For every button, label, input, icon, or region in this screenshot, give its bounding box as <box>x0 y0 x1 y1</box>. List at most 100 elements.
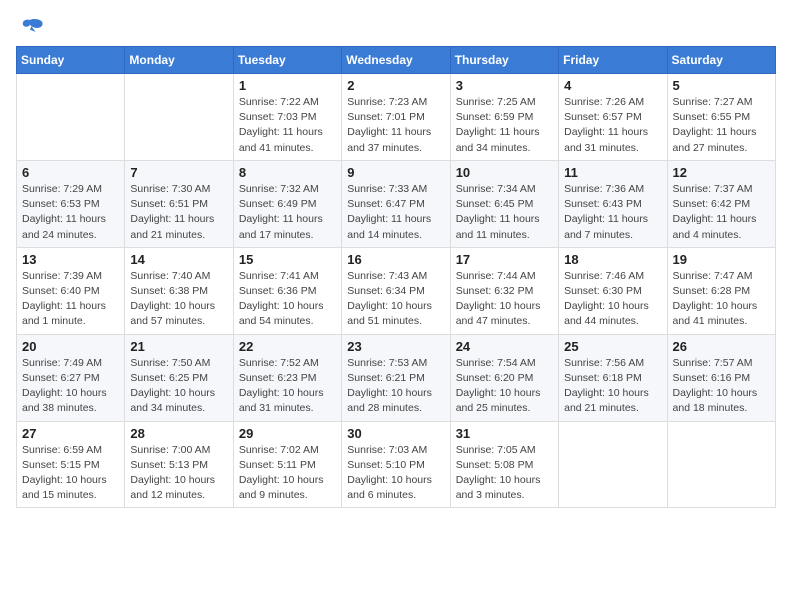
calendar-cell: 10 Sunrise: 7:34 AM Sunset: 6:45 PM Dayli… <box>450 160 558 247</box>
calendar-week-row: 13 Sunrise: 7:39 AM Sunset: 6:40 PM Dayli… <box>17 247 776 334</box>
day-info: Sunrise: 7:41 AM Sunset: 6:36 PM Dayligh… <box>239 269 336 330</box>
day-info: Sunrise: 7:39 AM Sunset: 6:40 PM Dayligh… <box>22 269 119 330</box>
calendar-week-row: 1 Sunrise: 7:22 AM Sunset: 7:03 PM Daylig… <box>17 74 776 161</box>
day-number: 11 <box>564 165 661 180</box>
day-number: 9 <box>347 165 444 180</box>
day-number: 4 <box>564 78 661 93</box>
day-info: Sunrise: 7:46 AM Sunset: 6:30 PM Dayligh… <box>564 269 661 330</box>
day-info: Sunrise: 7:56 AM Sunset: 6:18 PM Dayligh… <box>564 356 661 417</box>
calendar-cell: 27 Sunrise: 6:59 AM Sunset: 5:15 PM Dayli… <box>17 421 125 508</box>
day-number: 12 <box>673 165 770 180</box>
calendar-cell: 19 Sunrise: 7:47 AM Sunset: 6:28 PM Dayli… <box>667 247 775 334</box>
day-info: Sunrise: 7:29 AM Sunset: 6:53 PM Dayligh… <box>22 182 119 243</box>
calendar-header-row: SundayMondayTuesdayWednesdayThursdayFrid… <box>17 47 776 74</box>
day-info: Sunrise: 7:57 AM Sunset: 6:16 PM Dayligh… <box>673 356 770 417</box>
day-info: Sunrise: 7:34 AM Sunset: 6:45 PM Dayligh… <box>456 182 553 243</box>
calendar-cell <box>17 74 125 161</box>
day-number: 28 <box>130 426 227 441</box>
calendar-cell: 20 Sunrise: 7:49 AM Sunset: 6:27 PM Dayli… <box>17 334 125 421</box>
calendar-week-row: 27 Sunrise: 6:59 AM Sunset: 5:15 PM Dayli… <box>17 421 776 508</box>
calendar-cell: 7 Sunrise: 7:30 AM Sunset: 6:51 PM Daylig… <box>125 160 233 247</box>
calendar-cell: 16 Sunrise: 7:43 AM Sunset: 6:34 PM Dayli… <box>342 247 450 334</box>
calendar-cell: 4 Sunrise: 7:26 AM Sunset: 6:57 PM Daylig… <box>559 74 667 161</box>
header-tuesday: Tuesday <box>233 47 341 74</box>
day-number: 2 <box>347 78 444 93</box>
day-info: Sunrise: 7:43 AM Sunset: 6:34 PM Dayligh… <box>347 269 444 330</box>
calendar-cell: 15Sunrise: 7:41 AM Sunset: 6:36 PM Dayli… <box>233 247 341 334</box>
day-number: 27 <box>22 426 119 441</box>
day-info: Sunrise: 7:47 AM Sunset: 6:28 PM Dayligh… <box>673 269 770 330</box>
calendar-cell: 17Sunrise: 7:44 AM Sunset: 6:32 PM Dayli… <box>450 247 558 334</box>
calendar-cell: 11 Sunrise: 7:36 AM Sunset: 6:43 PM Dayli… <box>559 160 667 247</box>
day-number: 7 <box>130 165 227 180</box>
calendar-cell: 31 Sunrise: 7:05 AM Sunset: 5:08 PM Dayli… <box>450 421 558 508</box>
calendar-cell: 29 Sunrise: 7:02 AM Sunset: 5:11 PM Dayli… <box>233 421 341 508</box>
day-number: 3 <box>456 78 553 93</box>
header-sunday: Sunday <box>17 47 125 74</box>
day-number: 13 <box>22 252 119 267</box>
day-info: Sunrise: 7:44 AM Sunset: 6:32 PM Dayligh… <box>456 269 553 330</box>
calendar-cell: 6 Sunrise: 7:29 AM Sunset: 6:53 PM Daylig… <box>17 160 125 247</box>
calendar-cell <box>125 74 233 161</box>
calendar-cell <box>667 421 775 508</box>
header-thursday: Thursday <box>450 47 558 74</box>
day-info: Sunrise: 7:53 AM Sunset: 6:21 PM Dayligh… <box>347 356 444 417</box>
day-info: Sunrise: 7:05 AM Sunset: 5:08 PM Dayligh… <box>456 443 553 504</box>
header-saturday: Saturday <box>667 47 775 74</box>
header-monday: Monday <box>125 47 233 74</box>
calendar-table: SundayMondayTuesdayWednesdayThursdayFrid… <box>16 46 776 508</box>
day-info: Sunrise: 7:22 AM Sunset: 7:03 PM Dayligh… <box>239 95 336 156</box>
calendar-cell: 8 Sunrise: 7:32 AM Sunset: 6:49 PM Daylig… <box>233 160 341 247</box>
day-info: Sunrise: 7:40 AM Sunset: 6:38 PM Dayligh… <box>130 269 227 330</box>
day-number: 10 <box>456 165 553 180</box>
day-number: 23 <box>347 339 444 354</box>
day-info: Sunrise: 7:37 AM Sunset: 6:42 PM Dayligh… <box>673 182 770 243</box>
day-info: Sunrise: 7:36 AM Sunset: 6:43 PM Dayligh… <box>564 182 661 243</box>
calendar-cell: 13 Sunrise: 7:39 AM Sunset: 6:40 PM Dayli… <box>17 247 125 334</box>
day-number: 19 <box>673 252 770 267</box>
day-number: 6 <box>22 165 119 180</box>
calendar-cell: 30 Sunrise: 7:03 AM Sunset: 5:10 PM Dayli… <box>342 421 450 508</box>
calendar-week-row: 20 Sunrise: 7:49 AM Sunset: 6:27 PM Dayli… <box>17 334 776 421</box>
day-info: Sunrise: 7:49 AM Sunset: 6:27 PM Dayligh… <box>22 356 119 417</box>
calendar-cell <box>559 421 667 508</box>
header-wednesday: Wednesday <box>342 47 450 74</box>
day-number: 29 <box>239 426 336 441</box>
header-friday: Friday <box>559 47 667 74</box>
day-number: 18 <box>564 252 661 267</box>
day-number: 26 <box>673 339 770 354</box>
day-number: 14 <box>130 252 227 267</box>
calendar-cell: 1 Sunrise: 7:22 AM Sunset: 7:03 PM Daylig… <box>233 74 341 161</box>
day-number: 8 <box>239 165 336 180</box>
day-info: Sunrise: 7:33 AM Sunset: 6:47 PM Dayligh… <box>347 182 444 243</box>
day-info: Sunrise: 7:32 AM Sunset: 6:49 PM Dayligh… <box>239 182 336 243</box>
day-info: Sunrise: 7:02 AM Sunset: 5:11 PM Dayligh… <box>239 443 336 504</box>
calendar-cell: 9 Sunrise: 7:33 AM Sunset: 6:47 PM Daylig… <box>342 160 450 247</box>
day-number: 5 <box>673 78 770 93</box>
day-number: 1 <box>239 78 336 93</box>
calendar-cell: 24Sunrise: 7:54 AM Sunset: 6:20 PM Dayli… <box>450 334 558 421</box>
day-number: 20 <box>22 339 119 354</box>
day-number: 31 <box>456 426 553 441</box>
calendar-cell: 5Sunrise: 7:27 AM Sunset: 6:55 PM Daylig… <box>667 74 775 161</box>
day-number: 21 <box>130 339 227 354</box>
calendar-week-row: 6 Sunrise: 7:29 AM Sunset: 6:53 PM Daylig… <box>17 160 776 247</box>
calendar-cell: 28 Sunrise: 7:00 AM Sunset: 5:13 PM Dayli… <box>125 421 233 508</box>
day-info: Sunrise: 7:23 AM Sunset: 7:01 PM Dayligh… <box>347 95 444 156</box>
day-info: Sunrise: 6:59 AM Sunset: 5:15 PM Dayligh… <box>22 443 119 504</box>
logo <box>16 16 48 38</box>
day-info: Sunrise: 7:50 AM Sunset: 6:25 PM Dayligh… <box>130 356 227 417</box>
calendar-cell: 25 Sunrise: 7:56 AM Sunset: 6:18 PM Dayli… <box>559 334 667 421</box>
day-info: Sunrise: 7:00 AM Sunset: 5:13 PM Dayligh… <box>130 443 227 504</box>
day-number: 30 <box>347 426 444 441</box>
day-info: Sunrise: 7:25 AM Sunset: 6:59 PM Dayligh… <box>456 95 553 156</box>
day-number: 24 <box>456 339 553 354</box>
day-info: Sunrise: 7:03 AM Sunset: 5:10 PM Dayligh… <box>347 443 444 504</box>
day-info: Sunrise: 7:30 AM Sunset: 6:51 PM Dayligh… <box>130 182 227 243</box>
day-info: Sunrise: 7:26 AM Sunset: 6:57 PM Dayligh… <box>564 95 661 156</box>
day-number: 25 <box>564 339 661 354</box>
day-info: Sunrise: 7:52 AM Sunset: 6:23 PM Dayligh… <box>239 356 336 417</box>
page-header <box>16 16 776 38</box>
day-number: 16 <box>347 252 444 267</box>
calendar-cell: 12 Sunrise: 7:37 AM Sunset: 6:42 PM Dayli… <box>667 160 775 247</box>
